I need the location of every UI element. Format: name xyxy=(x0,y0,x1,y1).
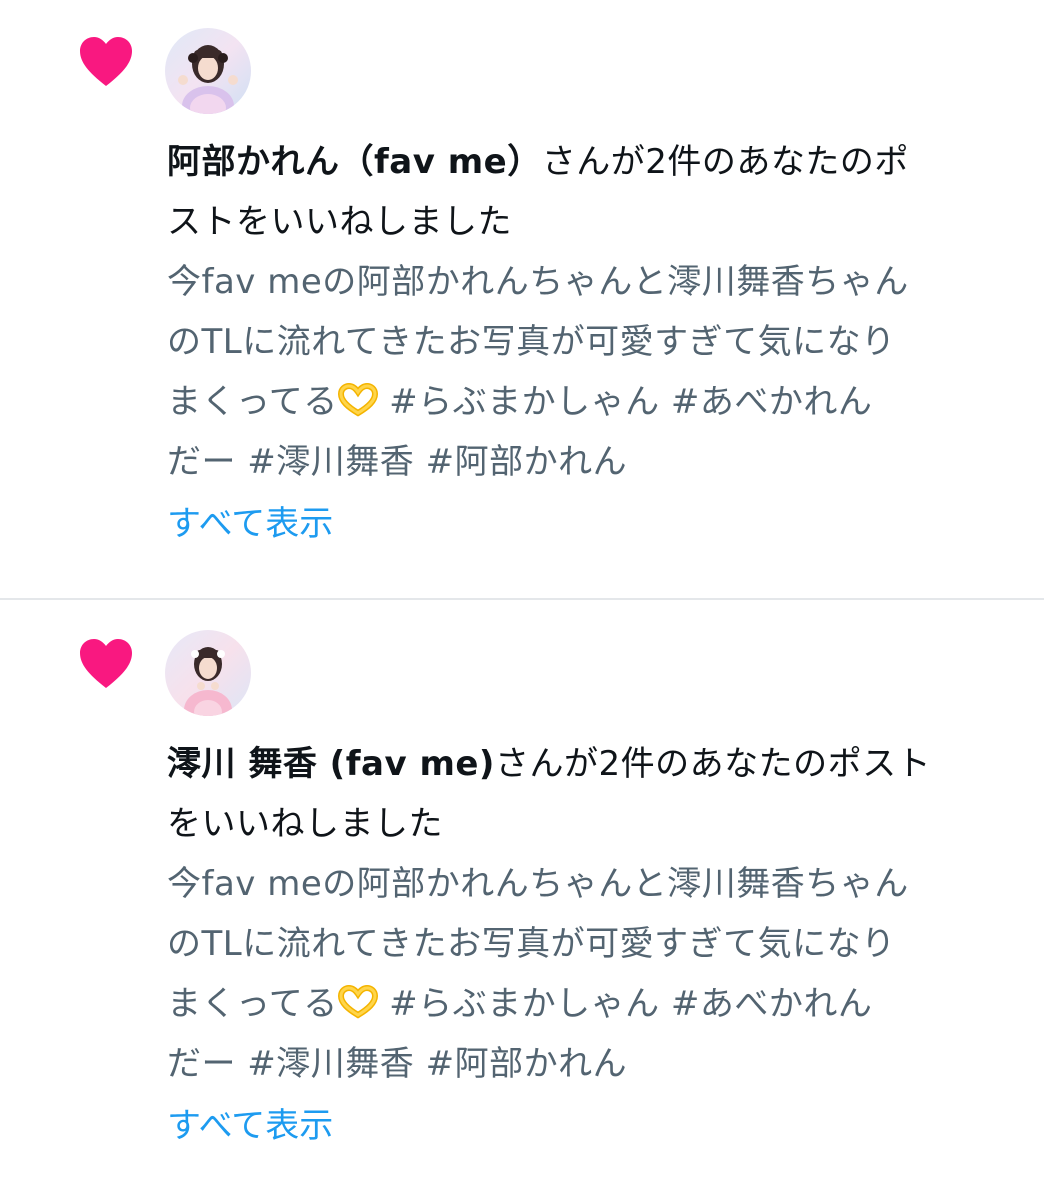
preview-line: のTLに流れてきたお写真が可愛すぎて気になり xyxy=(167,924,896,964)
action-text: さんが2件のあなたのポ xyxy=(541,142,909,182)
preview-line: だー #澪川舞香 #阿部かれん xyxy=(167,442,628,482)
user-name[interactable]: 阿部かれん（fav me） xyxy=(167,142,542,182)
heart-icon xyxy=(80,37,132,86)
post-preview[interactable]: 今fav meの阿部かれんちゃんと澪川舞香ちゃん のTLに流れてきたお写真が可愛… xyxy=(167,854,1007,1094)
post-preview[interactable]: 今fav meの阿部かれんちゃんと澪川舞香ちゃん のTLに流れてきたお写真が可愛… xyxy=(167,252,1007,492)
preview-line: のTLに流れてきたお写真が可愛すぎて気になり xyxy=(167,322,896,362)
action-text: さんが2件のあなたのポスト xyxy=(494,744,932,784)
preview-line: 今fav meの阿部かれんちゃんと澪川舞香ちゃん xyxy=(167,262,909,302)
show-all-link[interactable]: すべて表示 xyxy=(167,494,333,554)
heart-icon xyxy=(80,639,132,688)
preview-text: まくってる xyxy=(167,984,338,1024)
heart-hands-emoji xyxy=(337,383,378,417)
preview-line: まくってる #らぶまかしゃん #あべかれん xyxy=(167,372,1007,432)
preview-text: まくってる xyxy=(167,382,338,422)
avatar-image xyxy=(165,28,251,114)
action-text-cont: ストをいいねしました xyxy=(167,202,512,242)
avatar[interactable] xyxy=(165,630,251,716)
avatar-image xyxy=(165,630,251,716)
user-name[interactable]: 澪川 舞香 (fav me) xyxy=(167,744,495,784)
preview-hashtags: #らぶまかしゃん #あべかれん xyxy=(377,382,873,422)
heart-hands-emoji xyxy=(337,985,378,1019)
preview-line: 今fav meの阿部かれんちゃんと澪川舞香ちゃん xyxy=(167,864,909,904)
notification-headline: 澪川 舞香 (fav me)さんが2件のあなたのポスト をいいねしました xyxy=(167,734,1007,854)
divider xyxy=(0,598,1044,600)
like-notification[interactable]: 阿部かれん（fav me）さんが2件のあなたのポ ストをいいねしました 今fav… xyxy=(0,0,1044,598)
like-notification[interactable]: 澪川 舞香 (fav me)さんが2件のあなたのポスト をいいねしました 今fa… xyxy=(0,602,1044,1200)
preview-line: まくってる #らぶまかしゃん #あべかれん xyxy=(167,974,1007,1034)
action-text-cont: をいいねしました xyxy=(167,804,443,844)
preview-hashtags: #らぶまかしゃん #あべかれん xyxy=(377,984,873,1024)
preview-line: だー #澪川舞香 #阿部かれん xyxy=(167,1044,628,1084)
notification-headline: 阿部かれん（fav me）さんが2件のあなたのポ ストをいいねしました xyxy=(167,132,1007,252)
avatar[interactable] xyxy=(165,28,251,114)
show-all-link[interactable]: すべて表示 xyxy=(167,1096,333,1156)
